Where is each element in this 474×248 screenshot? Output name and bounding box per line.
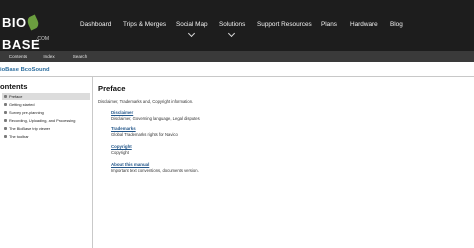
- nav-plans[interactable]: Plans: [321, 20, 337, 30]
- page-icon: [4, 95, 7, 98]
- nav-support-resources[interactable]: Support Resources: [257, 20, 312, 30]
- about-manual-description: Important text conventions, documents ve…: [111, 168, 199, 173]
- disclaimer-description: Disclaimer, Governing language, Legal di…: [111, 116, 200, 121]
- page-icon: [4, 119, 7, 122]
- tab-search[interactable]: Search: [62, 51, 98, 62]
- sidebar-item-label: Survey pre-planning: [9, 110, 44, 115]
- content-pane: Preface Disclaimer, Trademarks and, Copy…: [96, 77, 466, 248]
- tab-index[interactable]: Index: [36, 51, 62, 62]
- chevron-down-icon[interactable]: [187, 29, 196, 38]
- sidebar-heading: ontents: [0, 82, 28, 91]
- sidebar-item-label: Preface: [9, 94, 23, 99]
- contents-sidebar: ontents Preface Getting started Survey p…: [0, 77, 93, 248]
- nav-dashboard[interactable]: Dashboard: [80, 20, 111, 30]
- preface-intro: Disclaimer, Trademarks and, Copyright in…: [98, 99, 194, 104]
- brand-logo[interactable]: BIOBASE .COM: [2, 12, 64, 52]
- nav-social-map[interactable]: Social Map: [176, 20, 208, 30]
- page-icon: [4, 135, 7, 138]
- help-tab-bar: Contents Index Search: [0, 51, 474, 62]
- page-icon: [4, 111, 7, 114]
- nav-solutions[interactable]: Solutions: [219, 20, 245, 30]
- brand-domain: .COM: [36, 36, 50, 42]
- sidebar-item-recording[interactable]: Recording, Uploading, and Processing: [2, 117, 90, 124]
- sidebar-item-label: Getting started: [9, 102, 35, 107]
- page-title: Preface: [98, 84, 126, 93]
- top-navigation-bar: BIOBASE .COM Dashboard Trips & Merges So…: [0, 0, 474, 52]
- document-title: ioBase BcoSound: [0, 67, 50, 73]
- sidebar-item-getting-started[interactable]: Getting started: [2, 101, 90, 108]
- nav-blog[interactable]: Blog: [390, 20, 403, 30]
- nav-hardware[interactable]: Hardware: [350, 20, 378, 30]
- page-icon: [4, 127, 7, 130]
- nav-trips-merges[interactable]: Trips & Merges: [123, 20, 166, 30]
- brand-name-part1: BIO: [2, 15, 27, 30]
- chevron-down-icon[interactable]: [227, 29, 236, 38]
- sidebar-item-trip-viewer[interactable]: The BioBase trip viewer: [2, 125, 90, 132]
- page-icon: [4, 103, 7, 106]
- sidebar-item-label: The BioBase trip viewer: [9, 126, 51, 131]
- sidebar-item-toolbar[interactable]: The toolbar: [2, 133, 90, 140]
- copyright-description: Copyright: [111, 150, 129, 155]
- tab-contents[interactable]: Contents: [0, 51, 36, 62]
- sidebar-item-label: Recording, Uploading, and Processing: [9, 118, 76, 123]
- trademarks-description: Global Trademarks rights for Navico: [111, 132, 178, 137]
- sidebar-item-preface[interactable]: Preface: [2, 93, 90, 100]
- sidebar-item-label: The toolbar: [9, 134, 29, 139]
- sidebar-item-survey-pre-planning[interactable]: Survey pre-planning: [2, 109, 90, 116]
